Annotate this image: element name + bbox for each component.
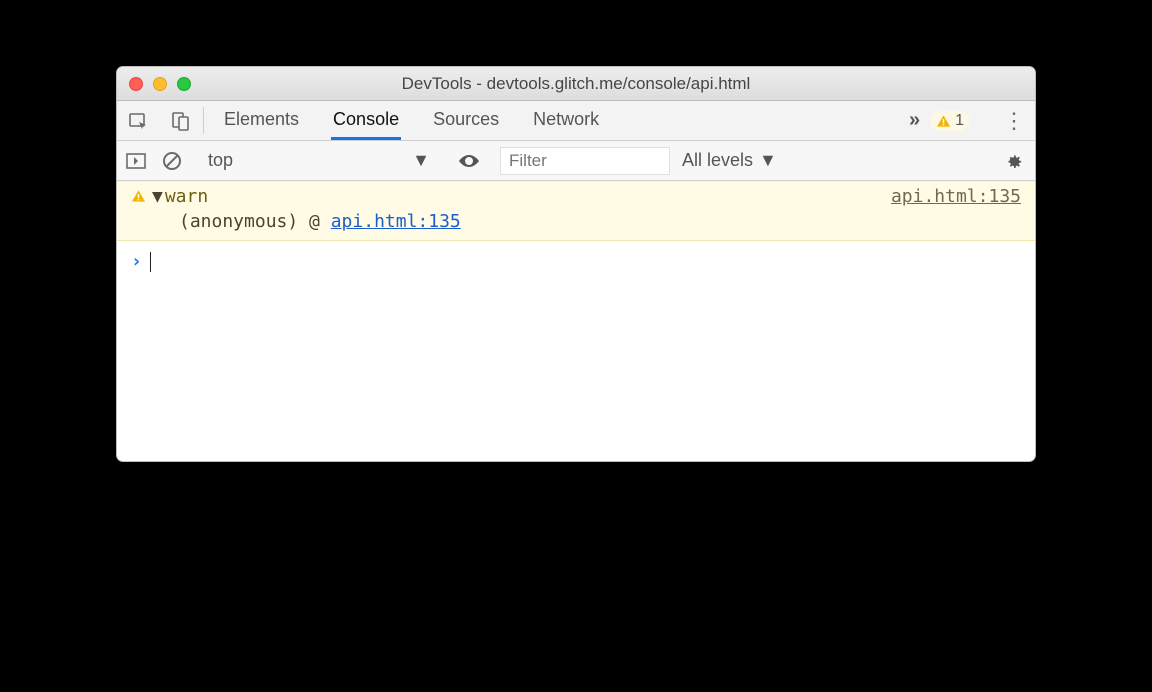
tab-network[interactable]: Network [531,101,601,140]
zoom-window-button[interactable] [177,77,191,91]
inspect-element-icon[interactable] [117,101,159,140]
warnings-count: 1 [955,112,964,130]
panel-tabs: Elements Console Sources Network [206,101,601,140]
toggle-sidebar-icon[interactable] [117,153,155,169]
tab-sources[interactable]: Sources [431,101,501,140]
devtools-window: DevTools - devtools.glitch.me/console/ap… [116,66,1036,462]
chevron-down-icon: ▼ [759,150,777,171]
warning-icon [936,114,951,128]
clear-console-icon[interactable] [155,151,189,171]
disclosure-triangle-icon[interactable]: ▼ [152,186,163,207]
device-toolbar-icon[interactable] [159,101,201,140]
console-warning-entry[interactable]: ▼ warn api.html:135 (anonymous) @ api.ht… [117,181,1035,241]
warnings-badge[interactable]: 1 [930,111,970,131]
stack-frame-name: (anonymous) @ [179,211,331,232]
log-message: warn [165,186,208,207]
warning-icon [131,189,146,203]
prompt-caret-icon: › [131,251,142,272]
live-expression-icon[interactable] [447,153,491,169]
console-filter-bar: top ▼ All levels ▼ [117,141,1035,181]
levels-label: All levels [682,150,753,171]
filter-input[interactable] [500,147,670,175]
toolbar-right: » 1 ⋮ [909,101,1035,140]
log-levels-select[interactable]: All levels ▼ [682,150,777,171]
chevron-down-icon: ▼ [412,150,430,171]
log-summary-row: ▼ warn api.html:135 [131,186,1021,207]
text-cursor [150,252,151,272]
tab-elements[interactable]: Elements [222,101,301,140]
separator [203,107,204,134]
log-stack-trace: (anonymous) @ api.html:135 [131,207,1021,232]
context-label: top [208,150,233,171]
window-title: DevTools - devtools.glitch.me/console/ap… [117,74,1035,94]
overflow-menu-icon[interactable]: ⋮ [1003,108,1025,134]
console-settings-icon[interactable] [1003,151,1035,171]
console-prompt[interactable]: › [117,241,1035,282]
titlebar: DevTools - devtools.glitch.me/console/ap… [117,67,1035,101]
minimize-window-button[interactable] [153,77,167,91]
more-tabs-icon[interactable]: » [909,109,916,132]
console-output: ▼ warn api.html:135 (anonymous) @ api.ht… [117,181,1035,461]
main-toolbar: Elements Console Sources Network » 1 ⋮ [117,101,1035,141]
close-window-button[interactable] [129,77,143,91]
log-source-link[interactable]: api.html:135 [891,186,1021,207]
execution-context-select[interactable]: top ▼ [198,147,438,175]
tab-console[interactable]: Console [331,101,401,140]
stack-frame-link[interactable]: api.html:135 [331,211,461,232]
traffic-lights [129,77,191,91]
